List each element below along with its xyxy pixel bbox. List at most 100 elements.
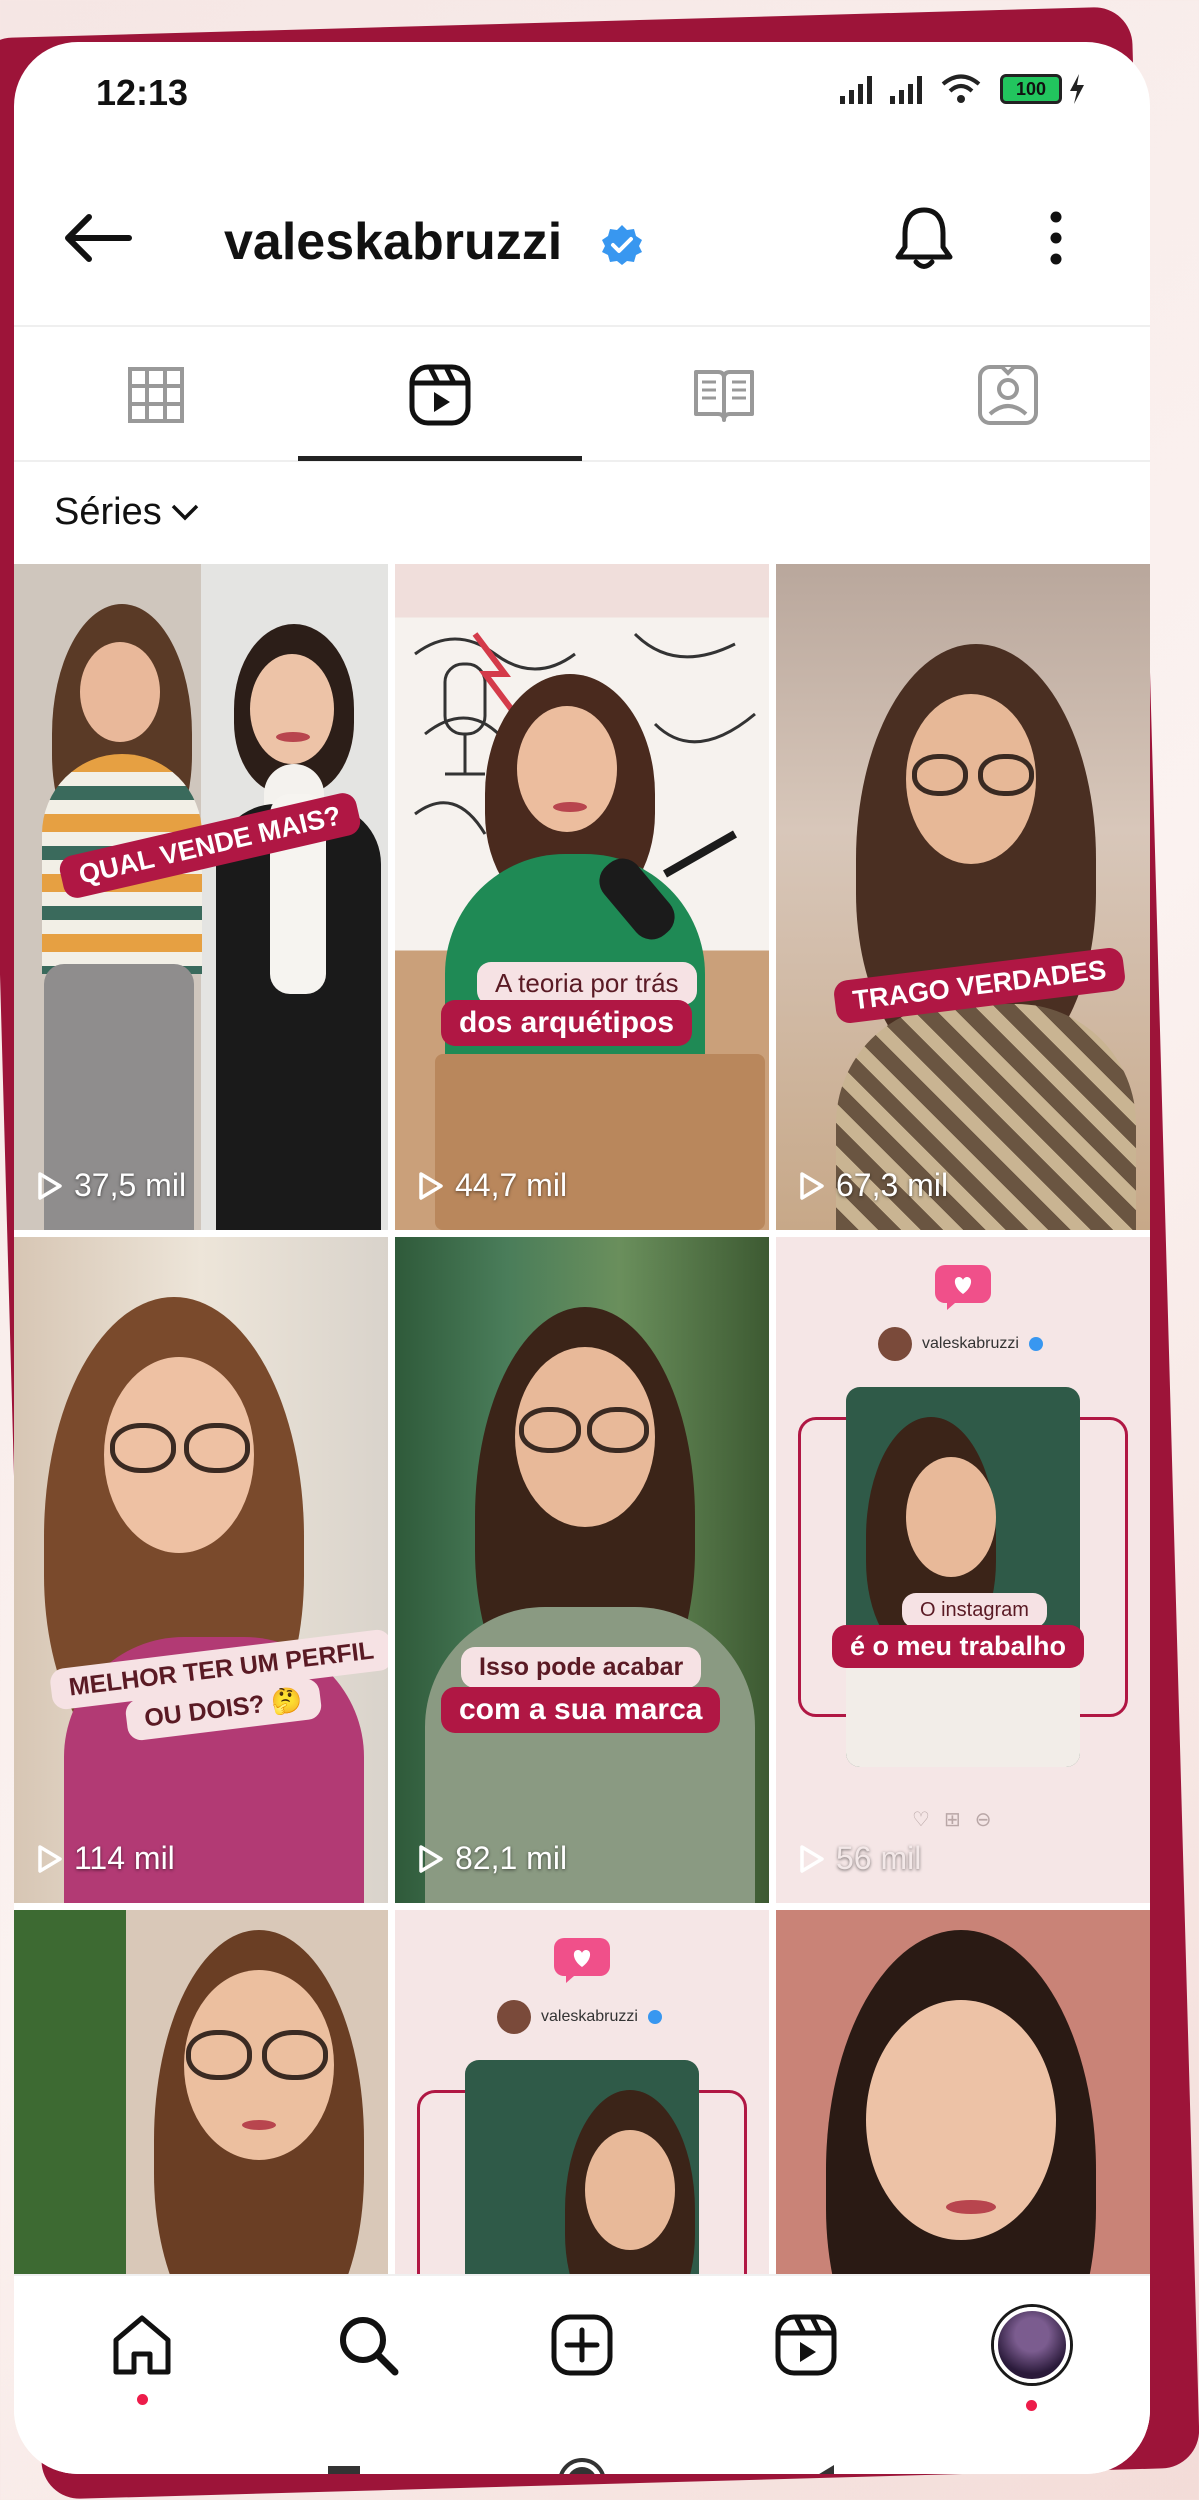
reel-tile[interactable]: A teoria por trás dos arquétipos 44,7 mi… — [395, 564, 769, 1230]
status-bar: 12:13 100 — [14, 42, 1150, 142]
series-filter-label: Séries — [54, 490, 162, 533]
tab-reels[interactable] — [298, 327, 582, 462]
reel-tile[interactable]: Isso pode acabar com a sua marca 82,1 mi… — [395, 1237, 769, 1903]
reel-view-count: 114 mil — [74, 1840, 175, 1876]
nav-search[interactable] — [318, 2300, 418, 2390]
instagram-heart-icon — [554, 1938, 610, 1983]
more-vertical-icon — [1050, 211, 1062, 265]
reel-tile[interactable]: TRAGO VERDADES 67,3 mil — [776, 564, 1150, 1230]
recent-apps-button[interactable] — [314, 2452, 374, 2474]
verified-badge-icon — [1028, 1337, 1043, 1351]
system-navigation — [14, 2414, 1150, 2474]
comment-icon: ⊖ — [974, 1809, 992, 1831]
profile-chip: valeskabruzzi — [497, 2000, 662, 2034]
person-figure — [816, 644, 1136, 1230]
battery-level: 100 — [1000, 74, 1062, 104]
profile-chip: valeskabruzzi — [878, 1327, 1043, 1361]
notifications-button[interactable] — [884, 198, 964, 278]
person-figure — [204, 624, 388, 1230]
reel-caption-top: Isso pode acabar — [461, 1647, 702, 1688]
profile-avatar — [994, 2307, 1070, 2383]
profile-tabs — [14, 327, 1150, 462]
reel-caption: dos arquétipos — [441, 1000, 693, 1046]
chip-handle: valeskabruzzi — [541, 2008, 638, 2025]
instagram-heart-icon — [935, 1265, 991, 1310]
person-figure — [134, 1930, 384, 2274]
reel-tile[interactable] — [14, 1910, 388, 2274]
guide-book-icon — [694, 369, 754, 422]
more-options-button[interactable] — [1026, 198, 1086, 278]
profile-username: valeskabruzzi — [224, 213, 563, 271]
reel-tile[interactable]: MELHOR TER UM PERFIL OU DOIS? 🤔 114 mil — [14, 1237, 388, 1903]
play-icon — [38, 1844, 62, 1873]
play-icon — [800, 1171, 824, 1200]
notification-dot — [137, 2394, 148, 2405]
reel-tile[interactable]: valeskabruzzi — [395, 1910, 769, 2274]
reels-icon — [775, 2314, 837, 2376]
home-icon — [113, 2315, 171, 2375]
reel-views: 67,3 mil — [798, 1167, 948, 1204]
post-actions: ♡ ⊞ ⊖ — [912, 1807, 991, 1832]
microphone-illustration — [599, 830, 737, 940]
person-figure — [24, 1297, 364, 1903]
nav-profile[interactable] — [982, 2300, 1082, 2390]
search-icon — [340, 2317, 399, 2376]
reel-view-count: 37,5 mil — [74, 1167, 187, 1203]
reel-view-count: 82,1 mil — [455, 1840, 568, 1876]
tab-posts-grid[interactable] — [14, 327, 298, 462]
reel-views: 56 mil — [798, 1840, 921, 1877]
reels-icon — [409, 364, 471, 425]
avatar — [878, 1327, 912, 1361]
grid-icon — [128, 366, 184, 423]
reel-tile[interactable] — [776, 1910, 1150, 2274]
signal-icon — [840, 74, 872, 104]
notification-dot — [1026, 2400, 1037, 2411]
heart-icon: ♡ — [912, 1809, 930, 1831]
reel-views: 114 mil — [36, 1840, 175, 1877]
reel-tile[interactable]: valeskabruzzi O instagram é o meu trabal… — [776, 1237, 1150, 1903]
person-figure — [22, 604, 222, 1230]
plus-square-icon: ⊞ — [943, 1809, 961, 1831]
back-button[interactable] — [58, 198, 138, 278]
reel-views: 37,5 mil — [36, 1167, 186, 1204]
person-figure — [425, 1307, 755, 1903]
back-arrow-icon — [65, 214, 132, 262]
battery-indicator: 100 — [1000, 73, 1086, 105]
signal-icon-2 — [890, 74, 922, 104]
reel-view-count: 56 mil — [836, 1840, 922, 1876]
verified-badge-icon — [647, 2010, 662, 2024]
chip-handle: valeskabruzzi — [922, 1335, 1019, 1352]
back-system-button[interactable] — [790, 2452, 850, 2474]
home-button[interactable] — [552, 2452, 612, 2474]
tab-tagged[interactable] — [866, 327, 1150, 462]
nav-home[interactable] — [92, 2300, 192, 2390]
nav-reels[interactable] — [756, 2300, 856, 2390]
status-icons: 100 — [840, 72, 1086, 106]
back-triangle-icon — [819, 2465, 834, 2474]
create-icon — [551, 2314, 613, 2376]
bell-icon — [895, 207, 953, 269]
reels-grid: QUAL VENDE MAIS? 37,5 mil A teoria por t… — [14, 564, 1150, 2274]
reel-tile[interactable]: QUAL VENDE MAIS? 37,5 mil — [14, 564, 388, 1230]
inner-photo — [846, 1387, 1080, 1767]
play-icon — [38, 1171, 62, 1200]
inner-photo — [465, 2060, 699, 2274]
wifi-icon — [941, 74, 981, 103]
charging-icon — [1070, 74, 1084, 104]
home-circle-icon — [559, 2458, 605, 2474]
tagged-person-icon — [978, 364, 1038, 425]
reel-view-count: 67,3 mil — [836, 1167, 949, 1203]
play-icon — [419, 1171, 443, 1200]
active-tab-indicator — [298, 456, 582, 461]
profile-header: valeskabruzzi — [14, 142, 1150, 327]
chevron-down-icon — [171, 504, 198, 521]
phone-screen: 12:13 100 valeskabruzzi Séries QUAL VEND… — [14, 42, 1150, 2474]
reel-views: 44,7 mil — [417, 1167, 567, 1204]
reel-view-count: 44,7 mil — [455, 1167, 568, 1203]
tab-guides[interactable] — [582, 327, 866, 462]
nav-create[interactable] — [532, 2300, 632, 2390]
reel-views: 82,1 mil — [417, 1840, 567, 1877]
person-figure — [806, 1930, 1126, 2274]
reel-caption: com a sua marca — [441, 1687, 721, 1733]
series-filter-dropdown[interactable]: Séries — [54, 482, 200, 542]
